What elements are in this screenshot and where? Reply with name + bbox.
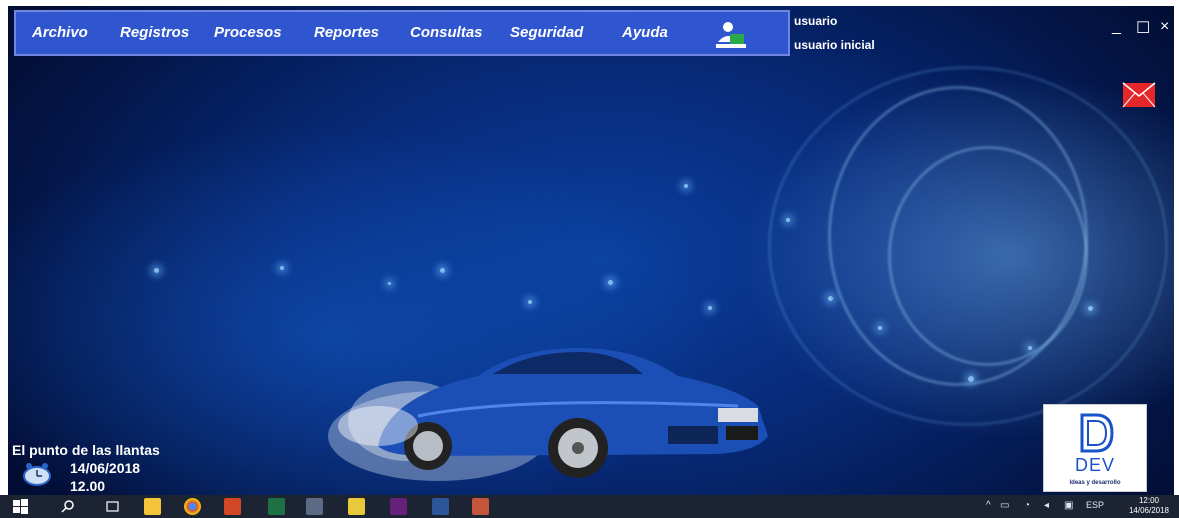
menu-consultas[interactable]: Consultas (410, 24, 483, 41)
excel-icon[interactable] (268, 498, 285, 515)
visual-studio-icon[interactable] (390, 498, 407, 515)
menu-registros[interactable]: Registros (120, 24, 189, 41)
light-particle (708, 306, 712, 310)
light-particle (154, 268, 159, 273)
menu-procesos[interactable]: Procesos (214, 24, 282, 41)
windows-start-icon[interactable] (12, 498, 29, 515)
dev-logo-text: DEV (1074, 455, 1115, 475)
light-particle (786, 218, 790, 222)
word-icon[interactable] (432, 498, 449, 515)
light-particle (280, 266, 284, 270)
close-button[interactable]: × (1160, 18, 1169, 36)
company-name: El punto de las llantas (12, 442, 160, 458)
menu-reportes[interactable]: Reportes (314, 24, 379, 41)
light-particle (528, 300, 532, 304)
notification-icon[interactable]: ▣ (1064, 500, 1073, 511)
menu-archivo[interactable]: Archivo (32, 24, 88, 41)
menu-seguridad[interactable]: Seguridad (510, 24, 583, 41)
light-particle (1088, 306, 1093, 311)
volume-icon[interactable]: ◂ (1044, 500, 1049, 511)
light-particle (828, 296, 833, 301)
taskbar: ^ ▭ ◔ ◂ ▣ ESP 12:00 14/06/2018 (0, 495, 1179, 518)
powerpoint-icon[interactable] (224, 498, 241, 515)
app-icon[interactable] (306, 498, 323, 515)
task-view-icon[interactable] (104, 498, 121, 515)
light-particle (878, 326, 882, 330)
dev-logo: DEV Ideas y desarrollo (1043, 404, 1147, 492)
current-time: 12.00 (70, 478, 106, 494)
background-swirl (768, 66, 1168, 426)
light-particle (608, 280, 613, 285)
taskbar-date[interactable]: 14/06/2018 (1123, 506, 1175, 515)
network-icon[interactable]: ▭ (1000, 500, 1009, 511)
light-particle (968, 376, 974, 382)
light-particle (684, 184, 688, 188)
store-app-icon[interactable] (472, 498, 489, 515)
mail-icon[interactable] (1122, 82, 1156, 108)
maximize-button[interactable]: ☐ (1136, 18, 1150, 38)
wifi-icon[interactable]: ◔ (1024, 500, 1030, 511)
chrome-icon[interactable] (184, 498, 201, 515)
clock-icon (23, 463, 51, 486)
light-particle (388, 282, 391, 285)
file-explorer-icon[interactable] (144, 498, 161, 515)
light-particle (440, 268, 445, 273)
tray-chevron-icon[interactable]: ^ (986, 500, 991, 511)
light-particle (1028, 346, 1032, 350)
car-image (328, 348, 768, 481)
search-icon[interactable] (60, 498, 77, 515)
taskbar-time[interactable]: 12:00 (1123, 496, 1175, 505)
minimize-button[interactable]: _ (1112, 18, 1121, 36)
user-name: usuario inicial (794, 38, 875, 52)
current-date: 14/06/2018 (70, 460, 141, 476)
sticky-notes-icon[interactable] (348, 498, 365, 515)
menu-bar: Archivo Registros Procesos Reportes Cons… (14, 10, 790, 56)
language-indicator[interactable]: ESP (1086, 500, 1104, 510)
user-label: usuario (794, 14, 838, 28)
app-window: Archivo Registros Procesos Reportes Cons… (8, 6, 1174, 495)
menu-ayuda[interactable]: Ayuda (622, 24, 668, 41)
dev-logo-subtitle: Ideas y desarrollo (1069, 480, 1121, 486)
dev-logo-mark (1080, 413, 1114, 453)
user-icon[interactable] (714, 20, 748, 50)
